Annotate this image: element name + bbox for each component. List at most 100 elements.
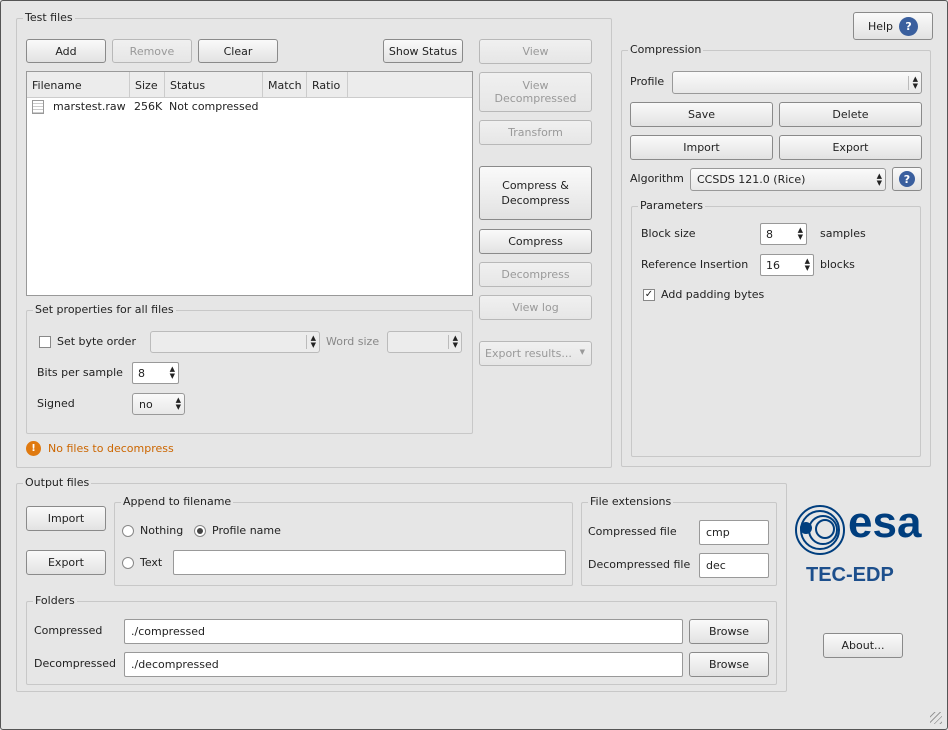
compression-title: Compression [628,43,704,56]
decompressed-ext-label: Decompressed file [588,558,691,571]
parameters-title: Parameters [638,199,705,212]
help-button[interactable]: Help ? [853,12,933,40]
profile-name-radio[interactable] [194,525,206,537]
signed-select[interactable]: no ▲ ▼ [132,393,185,415]
help-icon: ? [899,171,915,187]
updown-icon: ▲ ▼ [447,335,458,349]
bits-per-sample-spinbox[interactable]: 8 ▲ ▼ [132,362,179,384]
compressed-folder-input[interactable]: ./compressed [124,619,683,644]
column-ratio[interactable]: Ratio [307,72,348,98]
decompressed-folder-input[interactable]: ./decompressed [124,652,683,677]
resize-grip-icon[interactable] [930,712,942,724]
show-status-button[interactable]: Show Status [383,39,463,63]
folders-title: Folders [33,594,77,607]
padding-checkbox[interactable]: ✓ [643,289,655,301]
browse-decompressed-button[interactable]: Browse [689,652,769,677]
word-size-select[interactable]: ▲ ▼ [387,331,462,353]
about-button[interactable]: About... [823,633,903,658]
extensions-title: File extensions [588,495,674,508]
spin-arrows-icon[interactable]: ▲ ▼ [798,227,803,241]
padding-label: Add padding bytes [661,288,765,301]
set-byte-order-label: Set byte order [57,335,136,348]
set-properties-title: Set properties for all files [33,303,176,316]
compressed-ext-input[interactable]: cmp [699,520,769,545]
esa-wordmark: esa [848,498,922,547]
help-icon: ? [899,16,919,36]
algorithm-value: CCSDS 121.0 (Rice) [697,173,806,186]
view-log-button[interactable]: View log [479,295,592,320]
chevron-down-icon: ▼ [579,348,585,356]
file-icon [32,100,44,114]
block-size-unit: samples [820,227,866,240]
cell-status: Not compressed [169,100,259,113]
spin-arrows-icon[interactable]: ▲ ▼ [170,366,175,380]
cell-size: 256K [134,100,163,113]
profile-select[interactable]: ▲ ▼ [672,71,922,94]
profile-name-label: Profile name [212,524,281,537]
spin-arrows-icon[interactable]: ▲ ▼ [805,258,810,272]
set-byte-order-checkbox[interactable] [39,336,51,348]
column-filename[interactable]: Filename [27,72,130,98]
warning-message: No files to decompress [48,442,174,455]
output-import-button[interactable]: Import [26,506,106,531]
updown-icon: ▲ ▼ [175,396,181,411]
export-profile-button[interactable]: Export [779,135,922,160]
save-button[interactable]: Save [630,102,773,127]
table-row[interactable]: marstest.raw 256K Not compressed [27,98,472,116]
decompressed-ext-input[interactable]: dec [699,553,769,578]
ref-insertion-spinbox[interactable]: 16 ▲ ▼ [760,254,814,276]
column-size[interactable]: Size [130,72,165,98]
export-results-button[interactable]: Export results... ▼ [479,341,592,366]
bits-value: 8 [138,366,145,380]
algorithm-help-button[interactable]: ? [892,167,922,191]
column-match[interactable]: Match [263,72,307,98]
block-size-value: 8 [766,227,773,241]
word-size-label: Word size [326,335,380,348]
clear-button[interactable]: Clear [198,39,278,63]
ref-insertion-value: 16 [766,258,780,272]
help-label: Help [867,19,894,33]
text-label: Text [140,556,163,569]
decompress-button[interactable]: Decompress [479,262,592,287]
compress-decompress-button[interactable]: Compress & Decompress [479,166,592,220]
browse-compressed-button[interactable]: Browse [689,619,769,644]
transform-button[interactable]: Transform [479,120,592,145]
updown-icon: ▲ ▼ [305,335,316,349]
append-title: Append to filename [121,495,234,508]
import-profile-button[interactable]: Import [630,135,773,160]
nothing-radio[interactable] [122,525,134,537]
compress-button[interactable]: Compress [479,229,592,254]
view-button[interactable]: View [479,39,592,64]
column-status[interactable]: Status [165,72,263,98]
updown-icon: ▲ ▼ [907,75,918,90]
cell-filename: marstest.raw [53,100,126,113]
esa-globe-icon [795,505,845,555]
output-export-button[interactable]: Export [26,550,106,575]
nothing-label: Nothing [140,524,184,537]
export-results-label: Export results... [485,347,572,360]
append-text-input[interactable] [173,550,566,575]
view-decompressed-button[interactable]: View Decompressed [479,72,592,112]
bits-per-sample-label: Bits per sample [37,366,123,379]
delete-button[interactable]: Delete [779,102,922,127]
decompressed-folder-label: Decompressed [34,657,116,670]
warning-icon: ! [26,441,41,456]
table-header: Filename Size Status Match Ratio [27,72,472,98]
byte-order-select[interactable]: ▲ ▼ [150,331,320,353]
updown-icon: ▲ ▼ [876,171,882,187]
block-size-label: Block size [641,227,696,240]
signed-label: Signed [37,397,75,410]
signed-value: no [139,397,153,411]
algorithm-label: Algorithm [630,172,684,185]
remove-button[interactable]: Remove [112,39,192,63]
compressed-ext-label: Compressed file [588,525,677,538]
block-size-spinbox[interactable]: 8 ▲ ▼ [760,223,807,245]
profile-label: Profile [630,75,665,88]
text-radio[interactable] [122,557,134,569]
algorithm-select[interactable]: CCSDS 121.0 (Rice) ▲ ▼ [690,168,886,191]
ref-insertion-label: Reference Insertion [641,258,749,271]
add-button[interactable]: Add [26,39,106,63]
ref-insertion-unit: blocks [820,258,855,271]
compressed-folder-label: Compressed [34,624,103,637]
files-table[interactable]: Filename Size Status Match Ratio marstes… [26,71,473,296]
